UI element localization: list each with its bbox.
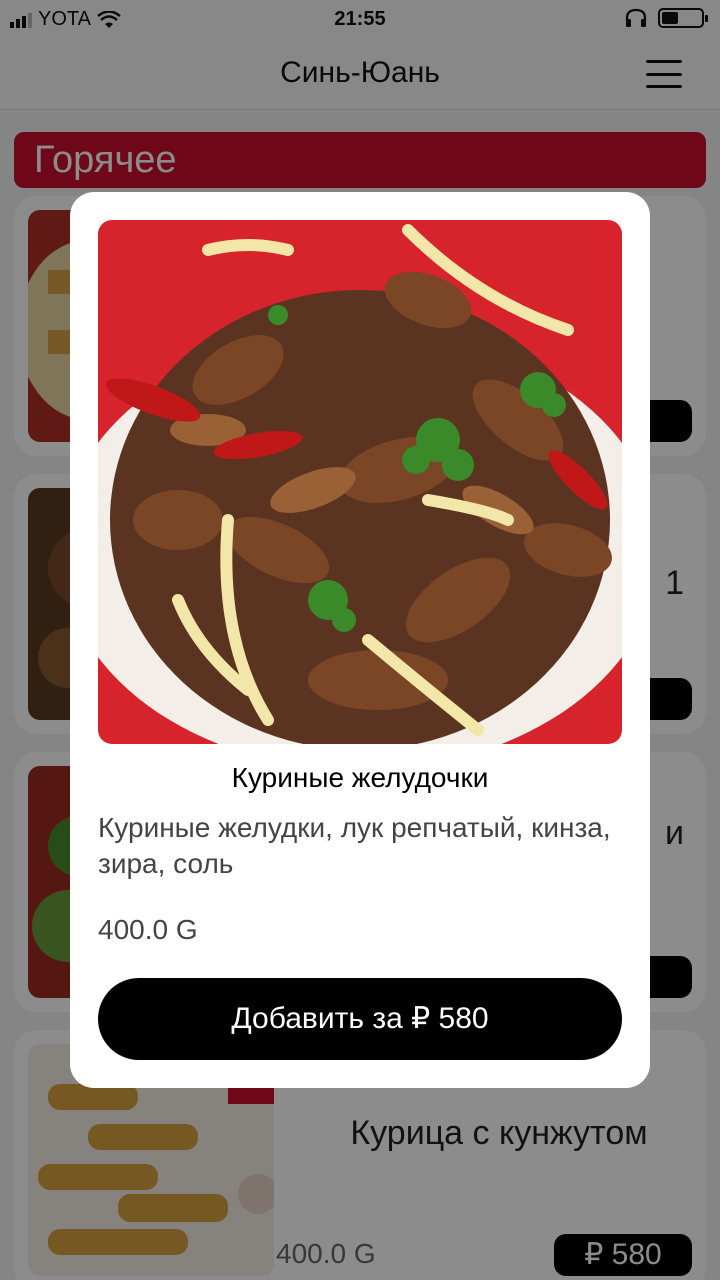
- dish-weight: 400.0 G: [98, 914, 198, 945]
- dish-description: Куриные желудки, лук репчатый, кинза, зи…: [98, 812, 611, 879]
- add-to-cart-button[interactable]: Добавить за ₽ 580: [98, 978, 622, 1060]
- dish-photo-large: [98, 220, 622, 744]
- dish-title: Куриные желудочки: [231, 762, 489, 793]
- dish-detail-modal: Куриные желудочки Куриные желудки, лук р…: [70, 192, 650, 1088]
